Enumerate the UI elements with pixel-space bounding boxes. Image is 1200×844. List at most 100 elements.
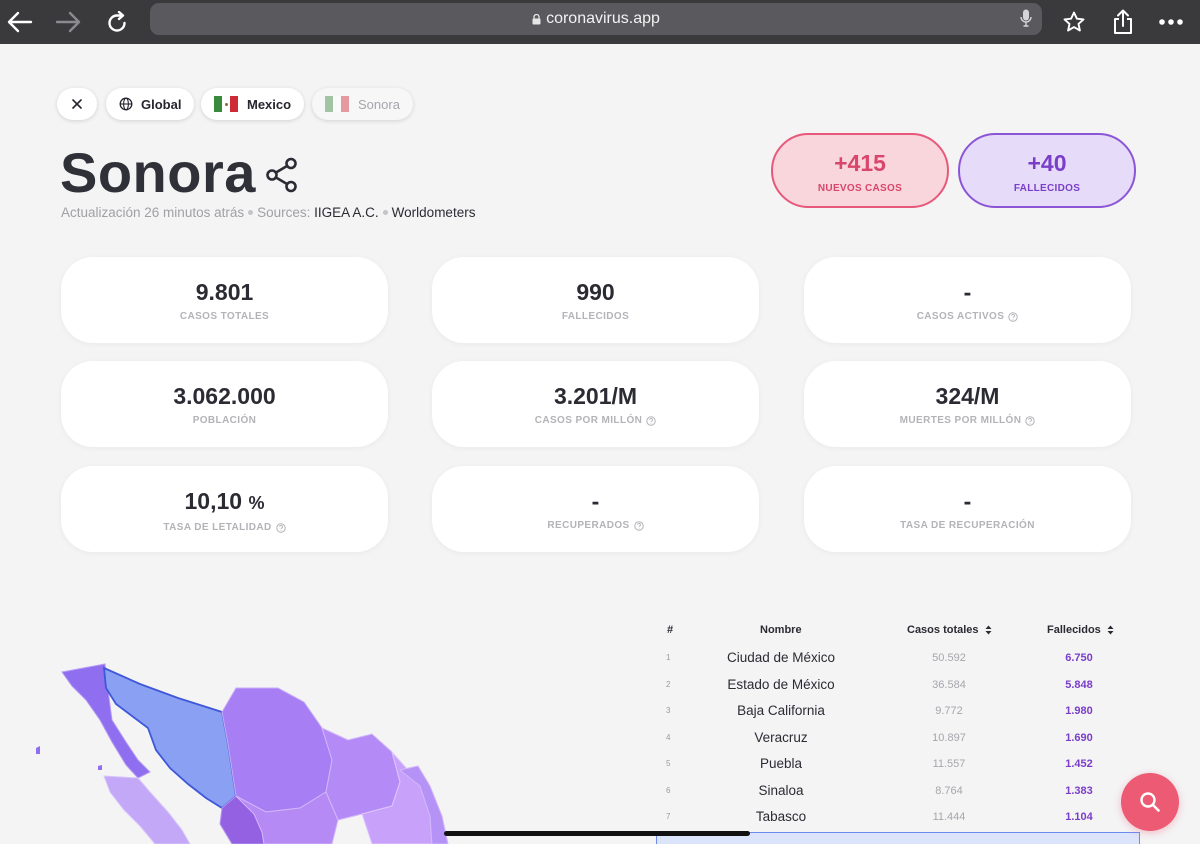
table-row[interactable]: 7 Tabasco 11.444 1.104 [656, 805, 1140, 831]
row-name: Tabasco [755, 809, 807, 824]
updated-text: Actualización 26 minutos atrás [61, 205, 245, 220]
breadcrumb-sonora[interactable]: Sonora [312, 88, 413, 120]
stat-value: - [963, 279, 972, 305]
stat-card-cases-per-million: 3.201/M CASOS POR MILLÓN [432, 361, 759, 447]
column-header-deaths[interactable]: Fallecidos [1047, 624, 1114, 636]
row-rank: 5 [666, 759, 671, 768]
stat-card-population: 3.062.000 POBLACIÓN [61, 361, 388, 447]
help-icon[interactable] [633, 520, 644, 531]
map-island [98, 765, 102, 770]
share-button[interactable] [265, 157, 299, 198]
row-name: Ciudad de México [726, 650, 836, 665]
more-button[interactable] [1154, 5, 1188, 39]
breadcrumb-global[interactable]: Global [106, 88, 195, 120]
table-row[interactable]: 1 Ciudad de México 50.592 6.750 [656, 646, 1140, 672]
row-deaths: 6.750 [1065, 652, 1093, 664]
stat-card-deaths-per-million: 324/M MUERTES POR MILLÓN [804, 361, 1131, 447]
row-deaths: 1.690 [1065, 732, 1093, 744]
new-cases-label: NUEVOS CASOS [817, 183, 903, 194]
breadcrumb-label: Mexico [247, 96, 292, 112]
row-deaths: 5.848 [1065, 679, 1093, 691]
column-header-name[interactable]: Nombre [760, 624, 802, 636]
row-name: Puebla [759, 756, 803, 771]
help-icon[interactable] [275, 522, 286, 533]
stat-value: 9.801 [195, 279, 254, 305]
sources-label: Sources: [257, 205, 311, 220]
row-cases: 10.897 [932, 732, 966, 744]
stat-label: MUERTES POR MILLÓN [899, 415, 1022, 426]
row-name: Sinaloa [758, 783, 804, 798]
row-cases: 11.557 [932, 758, 966, 770]
row-rank: 2 [666, 680, 671, 689]
new-cases-pill: +415 NUEVOS CASOS [771, 133, 949, 208]
row-deaths: 1.980 [1065, 705, 1093, 717]
stat-label: CASOS ACTIVOS [916, 311, 1005, 322]
new-deaths-label: FALLECIDOS [1013, 183, 1081, 194]
table-row[interactable]: 6 Sinaloa 8.764 1.383 [656, 779, 1140, 805]
stat-value: 3.201/M [553, 383, 638, 409]
search-button[interactable] [1121, 773, 1179, 831]
breadcrumb-label: Sonora [358, 96, 400, 112]
map-state-chihuahua[interactable] [221, 687, 333, 813]
map-state-coahuila[interactable] [321, 727, 401, 821]
browser-toolbar: coronavirus.app [0, 0, 1200, 44]
microphone-icon[interactable] [1020, 9, 1032, 32]
stat-value: 990 [576, 279, 615, 305]
mexico-map[interactable] [0, 620, 660, 844]
row-rank: 4 [666, 733, 671, 742]
stat-value: 3.062.000 [173, 383, 276, 409]
help-icon[interactable] [646, 415, 656, 426]
stat-card-fatality-rate: 10,10 % TASA DE LETALIDAD [61, 466, 388, 552]
map-island [36, 746, 40, 754]
sort-icon [1107, 625, 1114, 635]
breadcrumb-mexico[interactable]: Mexico [201, 88, 305, 120]
new-deaths-value: +40 [1027, 150, 1067, 176]
reload-button[interactable] [100, 5, 134, 39]
row-cases: 9.772 [935, 705, 963, 717]
table-row[interactable]: 2 Estado de México 36.584 5.848 [656, 673, 1140, 699]
row-name: Estado de México [727, 677, 835, 692]
share-browser-button[interactable] [1106, 5, 1140, 39]
bookmark-button[interactable] [1057, 5, 1091, 39]
more-dots-icon [1159, 19, 1183, 25]
row-rank: 1 [666, 653, 671, 662]
column-header-rank: # [667, 624, 674, 636]
arrow-right-icon [55, 11, 81, 33]
breadcrumb-label: Global [141, 96, 182, 112]
stat-label: TASA DE RECUPERACIÓN [900, 520, 1035, 531]
stat-unit: % [248, 493, 265, 513]
table-row[interactable]: 3 Baja California 9.772 1.980 [656, 699, 1140, 725]
table-row[interactable]: 4 Veracruz 10.897 1.690 [656, 726, 1140, 752]
help-icon[interactable] [1008, 311, 1019, 322]
back-button[interactable] [3, 5, 37, 39]
mexico-flag-icon [325, 96, 349, 112]
map-state-baja-california-sur[interactable] [103, 775, 191, 844]
address-bar[interactable]: coronavirus.app [150, 3, 1042, 35]
stat-card-recovered: - RECUPERADOS [432, 466, 759, 552]
row-deaths: 1.383 [1065, 785, 1093, 797]
star-icon [1063, 11, 1085, 32]
lock-icon [532, 13, 541, 25]
row-deaths: 1.452 [1065, 758, 1093, 770]
arrow-left-icon [7, 11, 33, 33]
globe-icon [119, 97, 133, 111]
row-rank: 6 [666, 786, 671, 795]
reload-icon [108, 11, 126, 32]
home-indicator [444, 831, 750, 836]
source-link-worldometers[interactable]: Worldometers [392, 205, 476, 220]
help-icon[interactable] [1025, 415, 1036, 426]
stat-value: - [963, 488, 972, 514]
source-link-iigea[interactable]: IIGEA A.C. [314, 205, 379, 220]
share-icon [1114, 9, 1132, 34]
close-button[interactable] [57, 88, 97, 120]
share-nodes-icon [266, 157, 297, 193]
stat-label: CASOS POR MILLÓN [534, 415, 643, 426]
column-header-total-cases[interactable]: Casos totales [907, 624, 992, 636]
row-cases: 8.764 [935, 785, 963, 797]
sort-icon [985, 625, 992, 635]
row-rank: 7 [666, 812, 671, 821]
forward-button[interactable] [51, 5, 85, 39]
table-row[interactable]: 5 Puebla 11.557 1.452 [656, 752, 1140, 778]
url-text: coronavirus.app [546, 10, 660, 27]
new-deaths-pill: +40 FALLECIDOS [958, 133, 1136, 208]
